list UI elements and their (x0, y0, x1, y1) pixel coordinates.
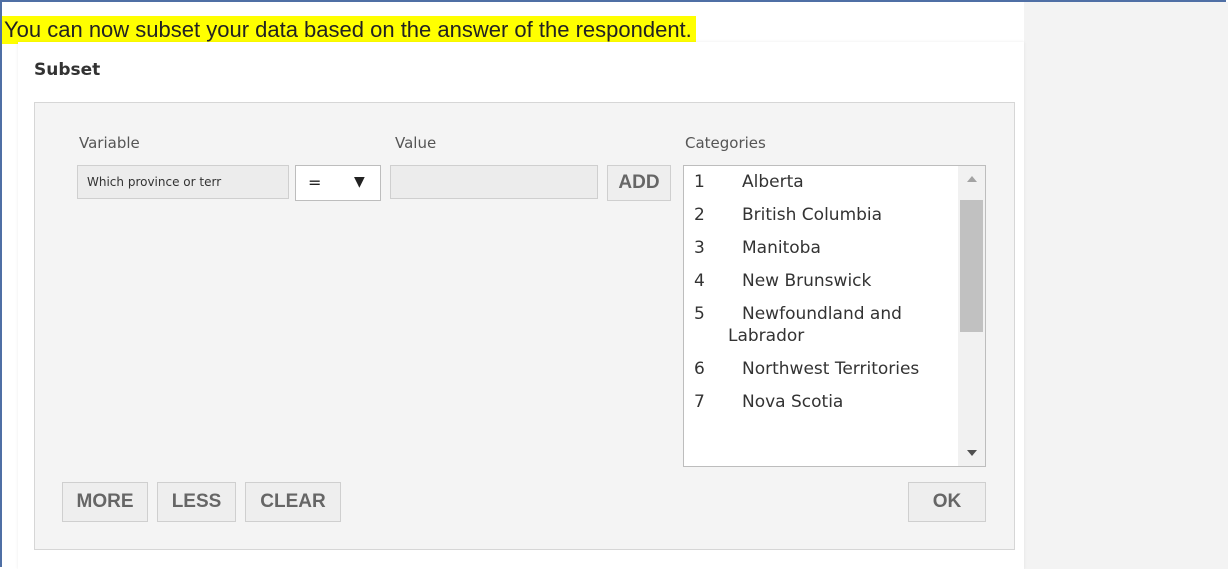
add-button[interactable]: ADD (607, 165, 671, 201)
category-item[interactable]: 4 New Brunswick (684, 265, 985, 298)
categories-scrollbar[interactable] (958, 166, 985, 466)
subset-dialog: Subset Variable Value Categories Which p… (18, 42, 1024, 569)
dialog-title: Subset (34, 60, 101, 80)
category-item[interactable]: 5 Newfoundland and Labrador (684, 298, 985, 353)
category-item[interactable]: 2 British Columbia (684, 199, 985, 232)
scroll-thumb[interactable] (960, 200, 983, 332)
scroll-down-arrow-icon[interactable] (967, 450, 977, 456)
categories-list[interactable]: 1 Alberta 2 British Columbia 3 Manitoba 4 New B… (683, 165, 986, 467)
category-item[interactable]: 7 Nova Scotia (684, 386, 985, 419)
category-label: New Brunswick (742, 271, 872, 291)
ok-button[interactable]: OK (908, 482, 986, 522)
more-button[interactable]: MORE (62, 482, 148, 522)
operator-value: = (308, 173, 322, 192)
variable-field[interactable]: Which province or terr (77, 165, 289, 199)
category-label: Nova Scotia (742, 392, 844, 412)
category-item[interactable]: 3 Manitoba (684, 232, 985, 265)
operator-select[interactable]: = ▼ (295, 165, 381, 201)
subset-panel: Variable Value Categories Which province… (34, 102, 1015, 550)
value-input[interactable] (390, 165, 598, 199)
category-label: Northwest Territories (742, 359, 920, 379)
scroll-up-arrow-icon[interactable] (967, 176, 977, 182)
less-button[interactable]: LESS (157, 482, 236, 522)
category-label: Alberta (742, 172, 804, 192)
variable-label: Variable (79, 134, 140, 152)
value-label: Value (395, 134, 437, 152)
category-label: British Columbia (742, 205, 883, 225)
category-item[interactable]: 1 Alberta (684, 166, 985, 199)
page-margin (1024, 2, 1228, 569)
chevron-down-icon: ▼ (354, 174, 365, 190)
categories-label: Categories (685, 134, 766, 152)
clear-button[interactable]: CLEAR (245, 482, 341, 522)
instruction-caption: You can now subset your data based on th… (2, 16, 696, 44)
category-label: Newfoundland and Labrador (728, 304, 902, 346)
category-label: Manitoba (742, 238, 821, 258)
category-item[interactable]: 6 Northwest Territories (684, 353, 985, 386)
categories-items: 1 Alberta 2 British Columbia 3 Manitoba 4 New B… (684, 166, 985, 419)
